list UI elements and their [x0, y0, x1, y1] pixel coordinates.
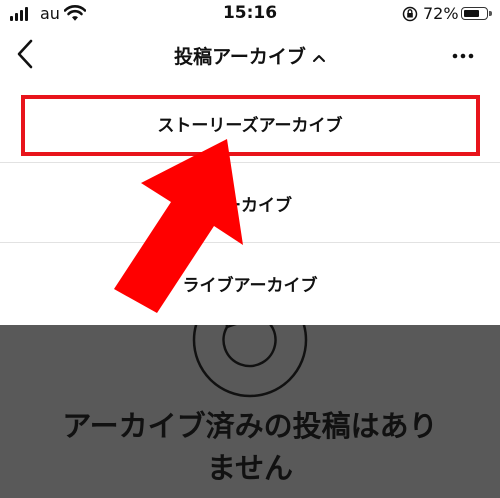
dim-overlay[interactable]: アーカイブ済みの投稿はあり ません: [0, 325, 500, 498]
empty-state-message: アーカイブ済みの投稿はあり ません: [30, 405, 470, 489]
more-icon[interactable]: [451, 46, 475, 66]
menu-item-label: ライブアーカイブ: [182, 276, 318, 296]
menu-item-live-archive[interactable]: ライブアーカイブ: [0, 242, 500, 324]
page-title-label: 投稿アーカイブ: [174, 46, 306, 68]
highlight-box: [21, 95, 480, 156]
orientation-lock-icon: [402, 6, 418, 22]
empty-state-line-2: ません: [206, 451, 294, 485]
empty-state-line-1: アーカイブ済みの投稿はあり: [62, 409, 438, 443]
battery-percent: 72%: [423, 4, 459, 23]
menu-item-label: アーカイブ: [208, 196, 292, 216]
menu-item-archive[interactable]: アーカイブ: [0, 162, 500, 242]
page-title[interactable]: 投稿アーカイブ: [0, 42, 500, 69]
archive-icon: [192, 325, 308, 398]
status-bar: au 15:16 72%: [0, 0, 500, 30]
chevron-up-icon: [312, 46, 326, 68]
battery-icon: [461, 7, 492, 20]
